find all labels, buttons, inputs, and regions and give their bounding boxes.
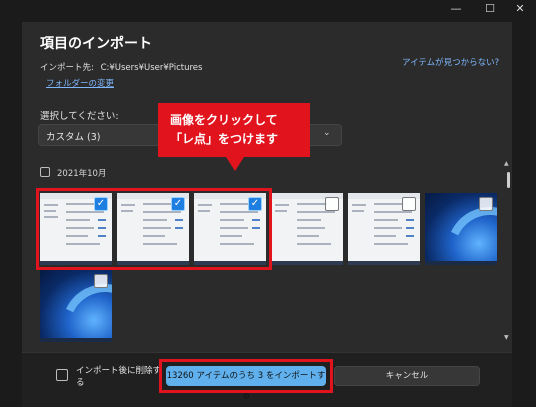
scroll-up-icon[interactable]: ▲: [504, 160, 509, 167]
annotation-callout: 画像をクリックして 「レ点」をつけます: [158, 103, 310, 157]
thumbnail-5-checkbox[interactable]: [402, 197, 416, 211]
scroll-down-icon[interactable]: ▼: [504, 334, 509, 341]
thumbnail-6[interactable]: [425, 193, 497, 265]
thumbnail-5[interactable]: [348, 193, 420, 265]
group-date-label: 2021年10月: [57, 169, 107, 179]
annotation-line-2: 「レ点」をつけます: [170, 132, 279, 146]
maximize-button[interactable]: ☐: [474, 0, 506, 18]
delete-after-import-checkbox[interactable]: [56, 369, 68, 381]
cancel-button[interactable]: キャンセル: [334, 366, 480, 386]
annotation-line-1: 画像をクリックして: [170, 113, 278, 127]
thumbnail-7[interactable]: [40, 270, 112, 342]
chevron-down-icon: ⌄: [323, 128, 331, 138]
thumbnail-6-checkbox[interactable]: [479, 197, 493, 211]
scrollbar-thumb[interactable]: [507, 172, 510, 188]
import-destination: インポート先: C:¥Users¥User¥Pictures: [40, 61, 202, 73]
thumbnail-4[interactable]: [271, 193, 343, 265]
delete-after-import-label: インポート後に削除する: [76, 366, 162, 388]
close-button[interactable]: ✕: [504, 0, 536, 18]
group-select-checkbox[interactable]: [40, 167, 50, 177]
minimize-button[interactable]: —: [440, 0, 472, 18]
annotation-highlight-thumbnails: [36, 188, 272, 270]
cant-find-items-link[interactable]: アイテムが見つからない?: [402, 56, 499, 68]
select-label: 選択してください:: [40, 111, 119, 122]
annotation-callout-pointer: [226, 157, 244, 171]
dialog-title: 項目のインポート: [40, 36, 152, 52]
import-destination-label: インポート先:: [40, 63, 94, 73]
import-destination-path: C:¥Users¥User¥Pictures: [100, 63, 203, 73]
thumbnail-7-checkbox[interactable]: [94, 274, 108, 288]
change-folder-link[interactable]: フォルダーの変更: [46, 77, 114, 89]
selection-dropdown-value: カスタム (3): [46, 132, 101, 143]
thumbnail-4-checkbox[interactable]: [325, 197, 339, 211]
annotation-highlight-import-button: [159, 359, 333, 393]
